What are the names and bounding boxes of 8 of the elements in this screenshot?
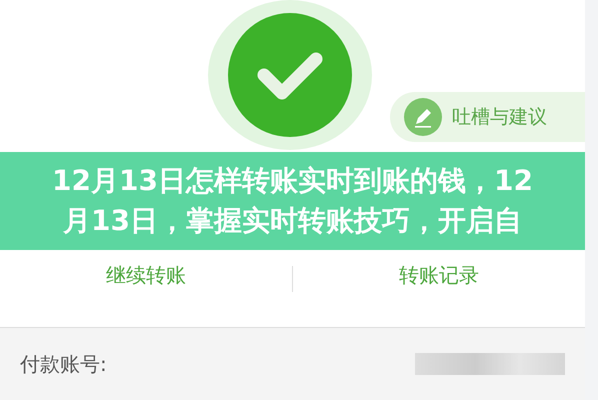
headline: 月13日，掌握实时转账技巧，开启自 [63, 204, 522, 238]
pencil-icon [404, 98, 442, 136]
success-check-icon [228, 13, 352, 137]
headline: 12月13日怎样转账实时到账的钱，12 [52, 164, 533, 198]
action-button[interactable]: 转账记录 [293, 258, 585, 293]
field-label: 付款账号: [20, 350, 107, 378]
feedback-button[interactable]: 吐槽与建议 [390, 92, 585, 142]
action-button[interactable]: 继续转账 [0, 258, 292, 293]
